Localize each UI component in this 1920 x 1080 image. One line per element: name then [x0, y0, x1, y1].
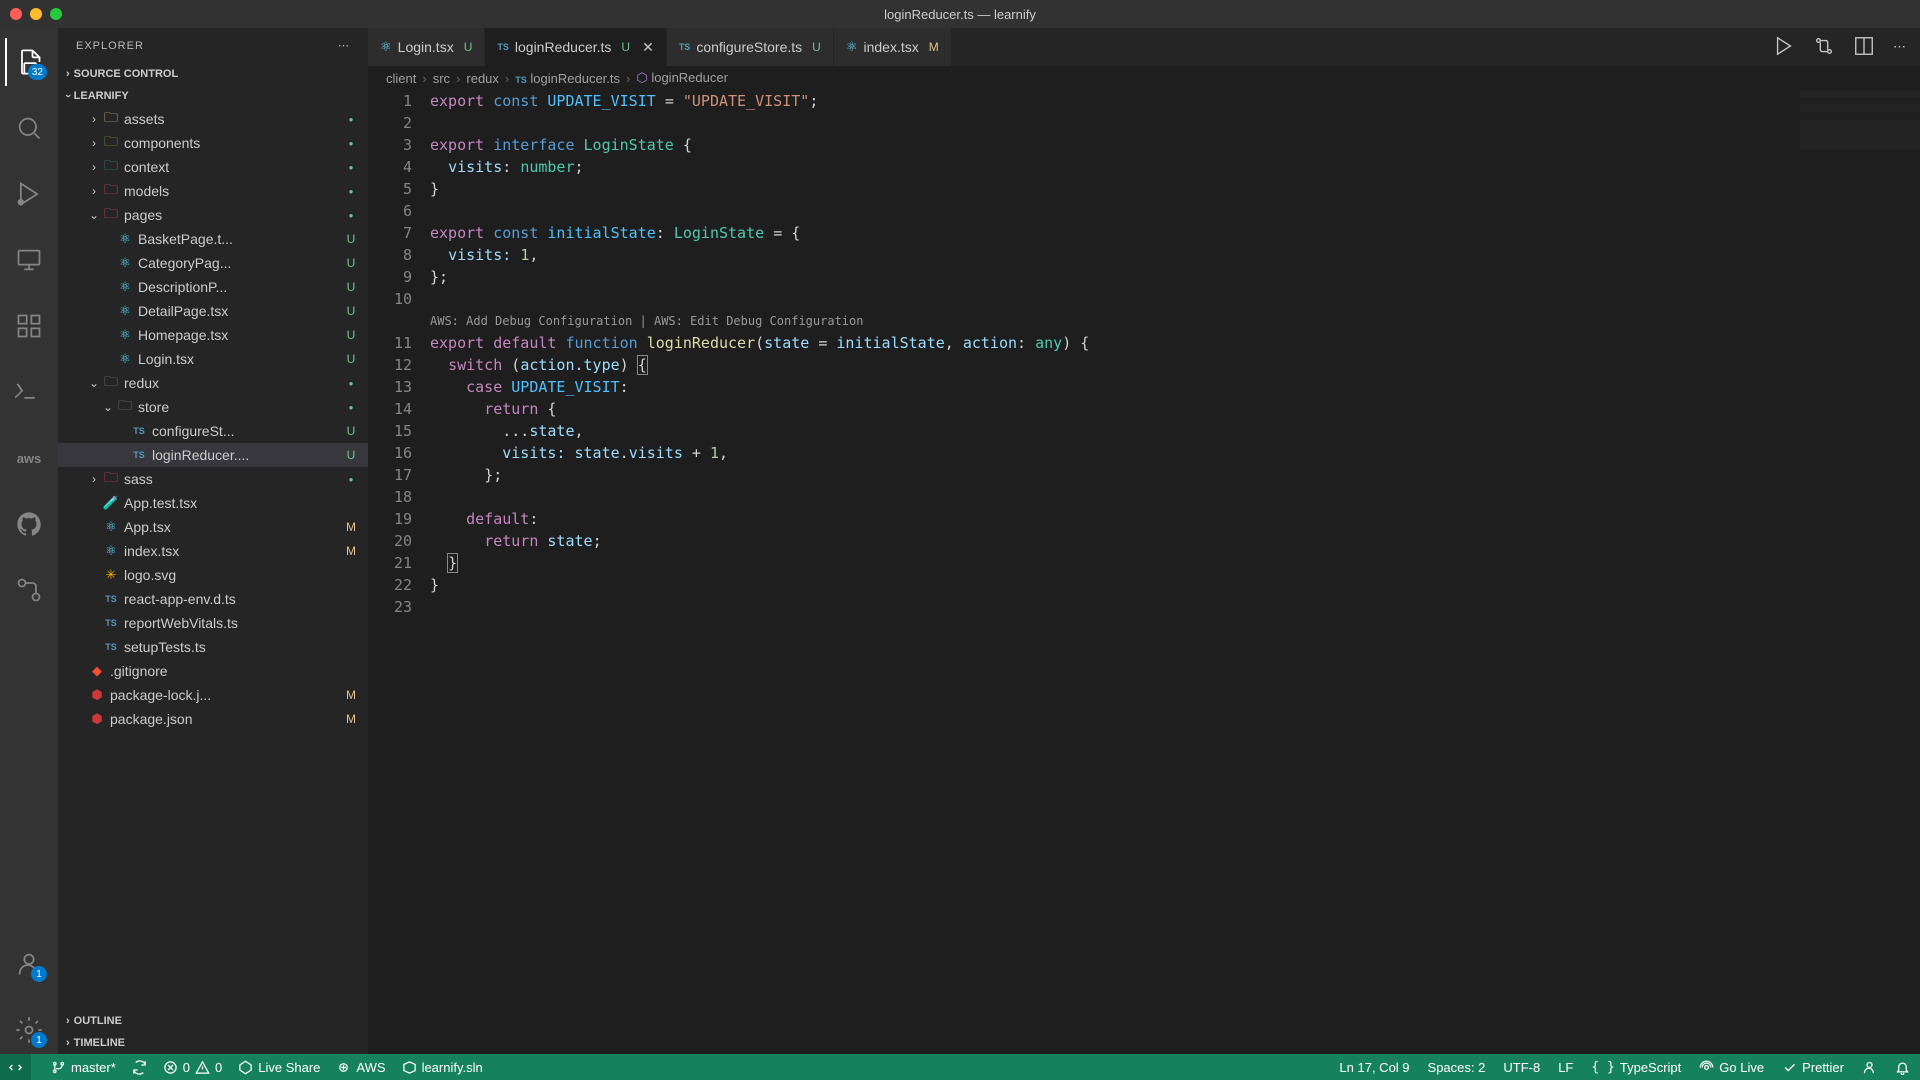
sidebar-title: EXPLORER — [76, 40, 144, 52]
indentation[interactable]: Spaces: 2 — [1428, 1060, 1486, 1075]
file-item[interactable]: ⚛DetailPage.tsxU — [58, 299, 368, 323]
account-icon[interactable]: 1 — [5, 940, 53, 988]
powershell-icon[interactable] — [5, 368, 53, 416]
minimize-window[interactable] — [30, 8, 42, 20]
chevron-right-icon: › — [66, 68, 70, 80]
maximize-window[interactable] — [50, 8, 62, 20]
tab-loginReducer-ts[interactable]: TSloginReducer.tsU✕ — [485, 28, 666, 66]
close-window[interactable] — [10, 8, 22, 20]
golive-button[interactable]: Go Live — [1699, 1060, 1764, 1075]
file-item[interactable]: ⚛BasketPage.t...U — [58, 227, 368, 251]
file-item[interactable]: TSsetupTests.ts — [58, 635, 368, 659]
breadcrumb-segment[interactable]: TS loginReducer.ts — [515, 71, 620, 86]
extensions-icon[interactable] — [5, 302, 53, 350]
statusbar: master* 0 0 Live Share AWS learnify.sln … — [0, 1054, 1920, 1080]
run-icon[interactable] — [1773, 35, 1795, 60]
branch-button[interactable]: master* — [51, 1060, 116, 1075]
folder-item[interactable]: ›🗀sass● — [58, 467, 368, 491]
run-debug-icon[interactable] — [5, 170, 53, 218]
file-item[interactable]: ⚛index.tsxM — [58, 539, 368, 563]
cursor-position[interactable]: Ln 17, Col 9 — [1339, 1060, 1409, 1075]
aws-button[interactable]: AWS — [336, 1060, 385, 1075]
account-badge: 1 — [31, 966, 47, 982]
folder-item[interactable]: ›🗀assets● — [58, 107, 368, 131]
breadcrumb-segment[interactable]: client — [386, 71, 416, 86]
section-project[interactable]: › LEARNIFY — [58, 85, 368, 107]
folder-item[interactable]: ›🗀models● — [58, 179, 368, 203]
tab-index-tsx[interactable]: ⚛index.tsxM — [834, 28, 952, 66]
solution-button[interactable]: learnify.sln — [402, 1060, 483, 1075]
file-item[interactable]: ⬢package-lock.j...M — [58, 683, 368, 707]
tabs: ⚛Login.tsxUTSloginReducer.tsU✕TSconfigur… — [368, 28, 1920, 66]
file-item[interactable]: TSconfigureSt...U — [58, 419, 368, 443]
editor-actions: ⋯ — [1759, 28, 1920, 66]
prettier-button[interactable]: Prettier — [1782, 1060, 1844, 1075]
github-icon[interactable] — [5, 500, 53, 548]
feedback-icon[interactable] — [1862, 1060, 1877, 1075]
tab-configureStore-ts[interactable]: TSconfigureStore.tsU — [667, 28, 834, 66]
breadcrumb-segment[interactable]: src — [433, 71, 450, 86]
sync-button[interactable] — [132, 1060, 147, 1075]
problems-button[interactable]: 0 0 — [163, 1060, 222, 1075]
file-item[interactable]: 🧪App.test.tsx — [58, 491, 368, 515]
window-title: loginReducer.ts — learnify — [884, 7, 1036, 22]
file-item[interactable]: ⚛Homepage.tsxU — [58, 323, 368, 347]
code-content[interactable]: export const UPDATE_VISIT = "UPDATE_VISI… — [430, 90, 1920, 1054]
aws-icon[interactable]: aws — [5, 434, 53, 482]
sidebar-header: EXPLORER ⋯ — [58, 28, 368, 63]
section-outline[interactable]: › OUTLINE — [58, 1010, 368, 1032]
breadcrumb[interactable]: client›src›redux›TS loginReducer.ts›⬡ lo… — [368, 66, 1920, 90]
file-item[interactable]: ⚛DescriptionP...U — [58, 275, 368, 299]
line-numbers: 12345678910 11121314151617181920212223 — [368, 90, 430, 1054]
language-mode[interactable]: { } TypeScript — [1591, 1060, 1681, 1075]
more-icon[interactable]: ⋯ — [1893, 39, 1906, 55]
window-controls — [10, 8, 62, 20]
chevron-right-icon: › — [66, 1037, 70, 1049]
file-item[interactable]: ⚛CategoryPag...U — [58, 251, 368, 275]
editor-area: ⚛Login.tsxUTSloginReducer.tsU✕TSconfigur… — [368, 28, 1920, 1054]
breadcrumb-segment[interactable]: ⬡ loginReducer — [636, 70, 728, 86]
file-item[interactable]: TSreportWebVitals.ts — [58, 611, 368, 635]
folder-item[interactable]: ⌄🗀store● — [58, 395, 368, 419]
git-compare-icon[interactable] — [1813, 35, 1835, 60]
split-editor-icon[interactable] — [1853, 35, 1875, 60]
section-timeline[interactable]: › TIMELINE — [58, 1032, 368, 1054]
bell-icon[interactable] — [1895, 1060, 1910, 1075]
liveshare-button[interactable]: Live Share — [238, 1060, 320, 1075]
explorer-badge: 32 — [28, 64, 47, 80]
file-item[interactable]: ⚛Login.tsxU — [58, 347, 368, 371]
folder-item[interactable]: ⌄🗀pages● — [58, 203, 368, 227]
file-item[interactable]: ✳logo.svg — [58, 563, 368, 587]
section-source-control[interactable]: › SOURCE CONTROL — [58, 63, 368, 85]
code-editor[interactable]: 12345678910 11121314151617181920212223 e… — [368, 90, 1920, 1054]
folder-item[interactable]: ›🗀components● — [58, 131, 368, 155]
folder-item[interactable]: ⌄🗀redux● — [58, 371, 368, 395]
explorer-icon[interactable]: 32 — [5, 38, 53, 86]
file-item[interactable]: TSreact-app-env.d.ts — [58, 587, 368, 611]
minimap[interactable] — [1800, 90, 1920, 210]
sidebar: EXPLORER ⋯ › SOURCE CONTROL › LEARNIFY ›… — [58, 28, 368, 1054]
titlebar: loginReducer.ts — learnify — [0, 0, 1920, 28]
remote-button[interactable] — [0, 1054, 31, 1080]
file-item[interactable]: ◆.gitignore — [58, 659, 368, 683]
more-icon[interactable]: ⋯ — [338, 39, 350, 52]
tab-Login-tsx[interactable]: ⚛Login.tsxU — [368, 28, 485, 66]
folder-item[interactable]: ›🗀context● — [58, 155, 368, 179]
settings-icon[interactable]: 1 — [5, 1006, 53, 1054]
remote-explorer-icon[interactable] — [5, 236, 53, 284]
breadcrumb-segment[interactable]: redux — [466, 71, 499, 86]
file-item[interactable]: ⬢package.jsonM — [58, 707, 368, 731]
gitlens-icon[interactable] — [5, 566, 53, 614]
close-icon[interactable]: ✕ — [642, 39, 654, 56]
eol[interactable]: LF — [1558, 1060, 1573, 1075]
chevron-down-icon: › — [62, 94, 74, 98]
search-icon[interactable] — [5, 104, 53, 152]
file-item[interactable]: ⚛App.tsxM — [58, 515, 368, 539]
file-item[interactable]: TSloginReducer....U — [58, 443, 368, 467]
settings-badge: 1 — [31, 1032, 47, 1048]
chevron-right-icon: › — [66, 1015, 70, 1027]
encoding[interactable]: UTF-8 — [1503, 1060, 1540, 1075]
file-tree: ›🗀assets●›🗀components●›🗀context●›🗀models… — [58, 107, 368, 1010]
activity-bar: 32 aws 1 1 — [0, 28, 58, 1054]
